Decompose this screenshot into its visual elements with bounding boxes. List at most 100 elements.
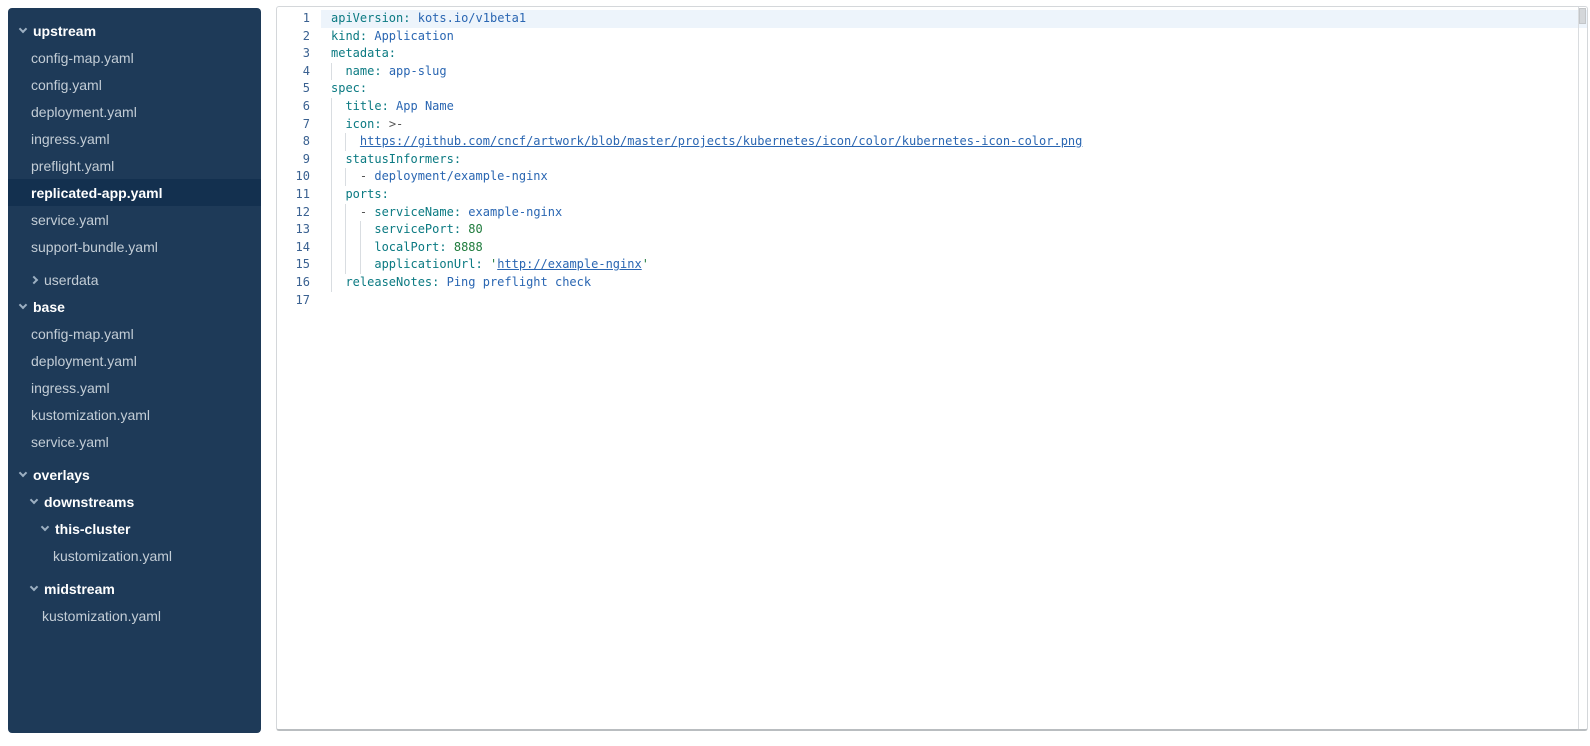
yaml-editor[interactable]: 1apiVersion: kots.io/v1beta12kind: Appli… — [276, 6, 1588, 731]
line-number: 9 — [277, 151, 321, 169]
indent-guide — [331, 256, 332, 274]
line-number: 5 — [277, 80, 321, 98]
code-line[interactable]: 8 https://github.com/cncf/artwork/blob/m… — [277, 133, 1587, 151]
code-token-meta: - — [360, 205, 374, 219]
code-line[interactable]: 6 title: App Name — [277, 98, 1587, 116]
code-token-key: kind: — [331, 29, 367, 43]
code-token-key: servicePort: — [374, 222, 461, 236]
file-ingress-yaml[interactable]: ingress.yaml — [8, 374, 261, 401]
code-token-val: App Name — [396, 99, 454, 113]
url-link[interactable]: http://example-nginx — [497, 257, 642, 271]
code-line[interactable]: 3metadata: — [277, 45, 1587, 63]
indent-guide — [331, 168, 332, 186]
code-line[interactable]: 1apiVersion: kots.io/v1beta1 — [277, 10, 1587, 28]
scrollbar-thumb[interactable] — [1579, 8, 1586, 24]
tree-item-label: this-cluster — [55, 521, 130, 537]
code-line[interactable]: 13 servicePort: 80 — [277, 221, 1587, 239]
code-line[interactable]: 9 statusInformers: — [277, 151, 1587, 169]
line-number: 4 — [277, 63, 321, 81]
code-token-key: name: — [345, 64, 381, 78]
file-config-map-yaml[interactable]: config-map.yaml — [8, 320, 261, 347]
code-line-content: localPort: 8888 — [321, 239, 1587, 257]
code-line[interactable]: 12 - serviceName: example-nginx — [277, 204, 1587, 222]
code-line[interactable]: 10 - deployment/example-nginx — [277, 168, 1587, 186]
chevron-down-icon[interactable] — [19, 300, 27, 308]
file-service-yaml[interactable]: service.yaml — [8, 428, 261, 455]
folder-this-cluster[interactable]: this-cluster — [8, 515, 261, 542]
code-line[interactable]: 17 — [277, 292, 1587, 310]
chevron-down-icon[interactable] — [19, 468, 27, 476]
code-line-content — [321, 292, 1587, 310]
code-token-str: ' — [642, 257, 649, 271]
code-line[interactable]: 2kind: Application — [277, 28, 1587, 46]
code-line[interactable]: 14 localPort: 8888 — [277, 239, 1587, 257]
code-token-plain — [389, 99, 396, 113]
file-tree-sidebar: upstreamconfig-map.yamlconfig.yamldeploy… — [8, 8, 261, 733]
code-token-plain — [439, 275, 446, 289]
file-replicated-app-yaml[interactable]: replicated-app.yaml — [8, 179, 261, 206]
url-link[interactable]: https://github.com/cncf/artwork/blob/mas… — [360, 134, 1082, 148]
code-line[interactable]: 4 name: app-slug — [277, 63, 1587, 81]
code-line-content: servicePort: 80 — [321, 221, 1587, 239]
line-number: 16 — [277, 274, 321, 292]
folder-downstreams[interactable]: downstreams — [8, 488, 261, 515]
indent-guide — [360, 221, 361, 239]
tree-item-label: kustomization.yaml — [42, 608, 161, 624]
folder-base[interactable]: base — [8, 293, 261, 320]
file-deployment-yaml[interactable]: deployment.yaml — [8, 347, 261, 374]
code-line[interactable]: 16 releaseNotes: Ping preflight check — [277, 274, 1587, 292]
code-token-key: metadata: — [331, 46, 396, 60]
tree-item-label: deployment.yaml — [31, 353, 137, 369]
chevron-down-icon[interactable] — [19, 24, 27, 32]
tree-item-label: config-map.yaml — [31, 50, 134, 66]
file-kustomization-yaml[interactable]: kustomization.yaml — [8, 542, 261, 569]
tree-item-label: service.yaml — [31, 434, 109, 450]
tree-item-label: kustomization.yaml — [53, 548, 172, 564]
file-config-map-yaml[interactable]: config-map.yaml — [8, 44, 261, 71]
chevron-down-icon[interactable] — [30, 582, 38, 590]
code-token-val: Ping preflight check — [447, 275, 592, 289]
file-service-yaml[interactable]: service.yaml — [8, 206, 261, 233]
file-ingress-yaml[interactable]: ingress.yaml — [8, 125, 261, 152]
tree-item-label: upstream — [33, 23, 96, 39]
code-token-val: example-nginx — [468, 205, 562, 219]
indent-guide — [331, 98, 332, 116]
code-line-content: applicationUrl: 'http://example-nginx' — [321, 256, 1587, 274]
tree-item-label: overlays — [33, 467, 90, 483]
chevron-down-icon[interactable] — [41, 522, 49, 530]
folder-overlays[interactable]: overlays — [8, 461, 261, 488]
line-number: 13 — [277, 221, 321, 239]
code-line[interactable]: 11 ports: — [277, 186, 1587, 204]
line-number: 2 — [277, 28, 321, 46]
line-number: 10 — [277, 168, 321, 186]
line-number: 1 — [277, 10, 321, 28]
line-number: 15 — [277, 256, 321, 274]
tree-item-label: replicated-app.yaml — [31, 185, 163, 201]
folder-userdata[interactable]: userdata — [8, 266, 261, 293]
file-support-bundle-yaml[interactable]: support-bundle.yaml — [8, 233, 261, 260]
chevron-down-icon[interactable] — [30, 495, 38, 503]
folder-midstream[interactable]: midstream — [8, 575, 261, 602]
indent-guide — [345, 133, 346, 151]
code-line-content: title: App Name — [321, 98, 1587, 116]
tree-item-label: ingress.yaml — [31, 380, 110, 396]
code-line[interactable]: 7 icon: >- — [277, 116, 1587, 134]
file-deployment-yaml[interactable]: deployment.yaml — [8, 98, 261, 125]
code-token-meta: >- — [389, 117, 403, 131]
line-number: 8 — [277, 133, 321, 151]
folder-upstream[interactable]: upstream — [8, 17, 261, 44]
code-line[interactable]: 15 applicationUrl: 'http://example-nginx… — [277, 256, 1587, 274]
code-line-content: releaseNotes: Ping preflight check — [321, 274, 1587, 292]
indent-guide — [331, 186, 332, 204]
file-kustomization-yaml[interactable]: kustomization.yaml — [8, 602, 261, 629]
indent-guide — [331, 221, 332, 239]
indent-guide — [345, 168, 346, 186]
file-config-yaml[interactable]: config.yaml — [8, 71, 261, 98]
file-kustomization-yaml[interactable]: kustomization.yaml — [8, 401, 261, 428]
chevron-right-icon[interactable] — [30, 275, 38, 283]
indent-guide — [331, 204, 332, 222]
code-token-key: localPort: — [374, 240, 446, 254]
code-token-key: title: — [345, 99, 388, 113]
file-preflight-yaml[interactable]: preflight.yaml — [8, 152, 261, 179]
code-line[interactable]: 5spec: — [277, 80, 1587, 98]
